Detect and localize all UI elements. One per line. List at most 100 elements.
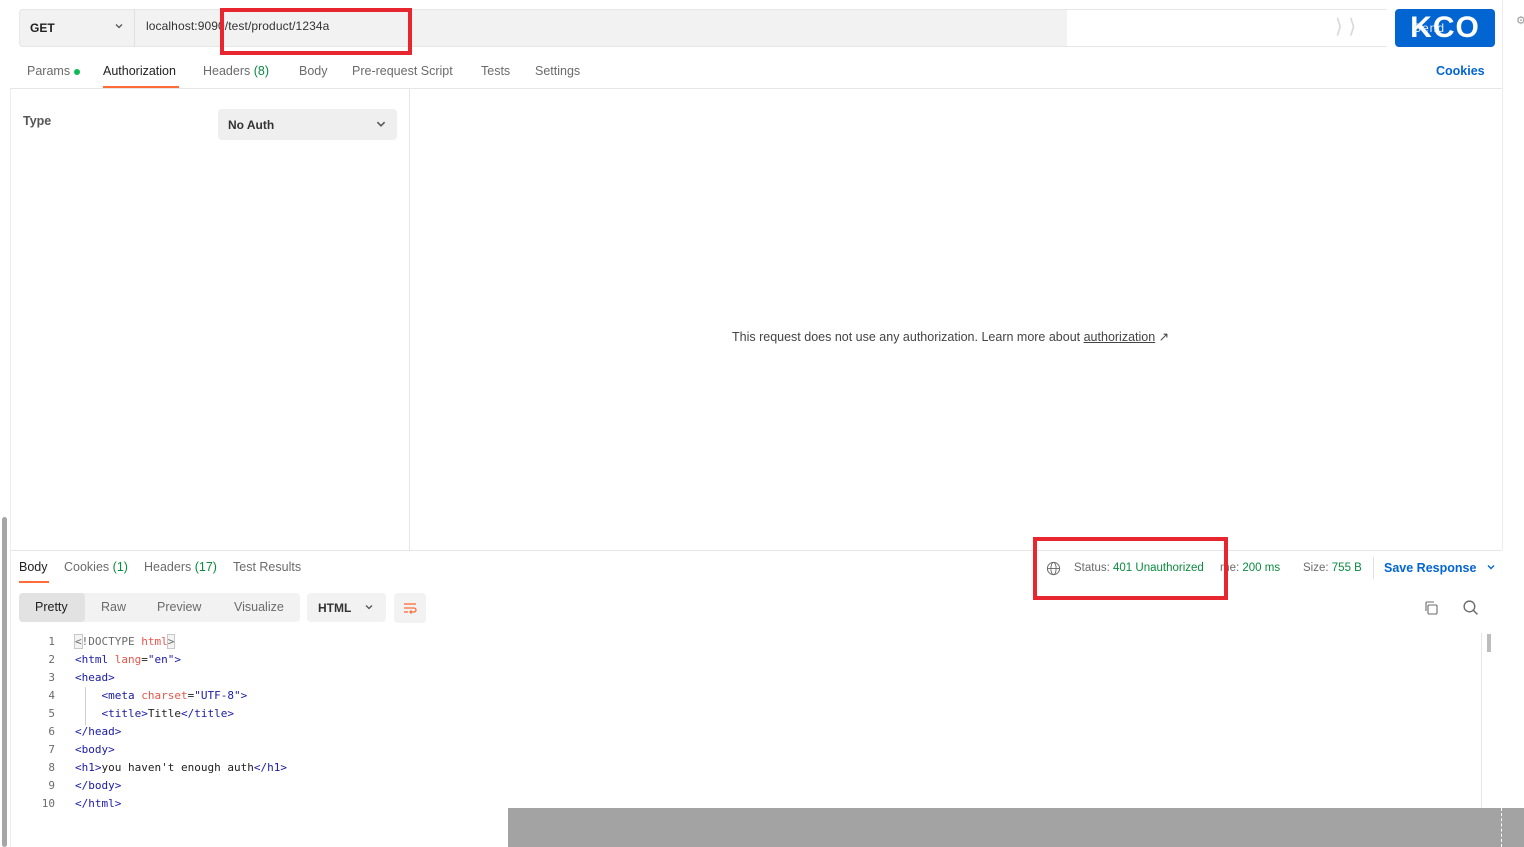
code-line-content: <!DOCTYPE html> xyxy=(74,634,176,649)
line-number: 1 xyxy=(48,635,55,648)
wrap-lines-icon xyxy=(404,603,417,614)
chevron-down-icon xyxy=(115,24,123,29)
size-value: 755 B xyxy=(1331,562,1362,574)
search-icon[interactable] xyxy=(1462,599,1479,616)
wrap-lines-button[interactable] xyxy=(394,593,426,623)
tab-headers[interactable]: Headers (8) xyxy=(203,64,269,78)
line-number: 2 xyxy=(48,653,55,666)
tab-params[interactable]: Params xyxy=(27,64,81,78)
size-indicator[interactable]: Size: 755 B xyxy=(1303,562,1362,574)
format-value: HTML xyxy=(318,600,352,615)
code-line-content: </head> xyxy=(75,725,122,738)
code-line-content: <title>Title</title> xyxy=(101,707,234,720)
code-scrollbar[interactable] xyxy=(1487,634,1491,652)
response-tab-test-results[interactable]: Test Results xyxy=(233,560,301,574)
code-line-content: <meta charset="UTF-8"> xyxy=(101,689,248,702)
view-visualize-button[interactable]: Visualize xyxy=(234,600,284,614)
tab-label: Body xyxy=(19,560,48,574)
tab-label: Body xyxy=(299,64,328,78)
line-number: 7 xyxy=(48,743,55,756)
auth-type-value: No Auth xyxy=(228,117,275,132)
chevron-down-icon xyxy=(376,121,386,127)
divider xyxy=(1373,557,1374,579)
code-line: 2 <html lang="en"> xyxy=(19,651,287,669)
chevron-down-icon xyxy=(365,605,373,610)
tab-settings[interactable]: Settings xyxy=(535,64,580,78)
annotation-box-url xyxy=(220,8,412,55)
code-line-content: <html lang="en"> xyxy=(75,653,181,666)
code-line-content: <h1>you haven't enough auth</h1> xyxy=(75,761,287,774)
tab-label: Test Results xyxy=(233,560,302,574)
save-response-label: Save Response xyxy=(1384,561,1477,575)
format-select[interactable]: HTML xyxy=(307,593,386,622)
method-select[interactable]: GET xyxy=(19,9,135,47)
tab-label: Tests xyxy=(481,64,511,78)
authorization-link[interactable]: authorization xyxy=(1084,330,1156,344)
tab-label: Headers xyxy=(144,560,192,574)
tab-label: Cookies xyxy=(64,560,110,574)
view-pretty-button[interactable]: Pretty xyxy=(35,600,68,614)
response-tab-body[interactable]: Body xyxy=(19,560,48,574)
response-tab-cookies[interactable]: Cookies (1) xyxy=(64,560,128,574)
code-line: 3 <head> xyxy=(19,669,287,687)
tab-count: (1) xyxy=(112,560,128,574)
tab-label: Settings xyxy=(535,64,581,78)
divider xyxy=(11,88,1502,89)
time-value: 200 ms xyxy=(1242,562,1281,574)
scroll-track xyxy=(1481,633,1482,813)
chevron-down-icon xyxy=(1487,565,1495,570)
view-preview-button[interactable]: Preview xyxy=(157,600,201,614)
tab-authorization[interactable]: Authorization xyxy=(103,64,176,78)
code-line: 9 </body> xyxy=(19,777,287,795)
active-dot-icon xyxy=(74,68,81,75)
code-line: 4 <meta charset="UTF-8"> xyxy=(19,687,287,705)
time-indicator[interactable]: me: 200 ms xyxy=(1220,562,1280,574)
method-label: GET xyxy=(30,21,55,35)
line-number: 5 xyxy=(48,707,55,720)
divider xyxy=(409,89,410,550)
tab-tests[interactable]: Tests xyxy=(481,64,510,78)
tab-pre-request-script[interactable]: Pre-request Script xyxy=(352,64,453,78)
cookies-link[interactable]: Cookies xyxy=(1436,64,1485,78)
line-number: 10 xyxy=(41,797,55,810)
divider xyxy=(11,550,1502,551)
code-line-content: </html> xyxy=(75,797,122,810)
code-line: 10 </html> xyxy=(19,795,287,813)
tab-body[interactable]: Body xyxy=(299,64,328,78)
save-response-button[interactable]: Save Response xyxy=(1384,561,1496,575)
auth-type-label: Type xyxy=(23,114,52,128)
code-line: 1 <!DOCTYPE html> xyxy=(19,633,287,651)
view-raw-button[interactable]: Raw xyxy=(101,600,126,614)
auth-type-select[interactable]: No Auth xyxy=(218,109,397,140)
response-code-viewer[interactable]: 1 <!DOCTYPE html> 2 <html lang="en"> 3 <hea… xyxy=(19,633,287,813)
tab-count: (17) xyxy=(194,560,217,574)
tab-label: Headers xyxy=(203,64,251,78)
code-line: 8 <h1>you haven't enough auth</h1> xyxy=(19,759,287,777)
send-label: Send xyxy=(1413,21,1446,35)
send-button[interactable]: Send KCO xyxy=(1395,9,1495,47)
url-bar-extension: ⟩ ⟩ xyxy=(1067,10,1389,46)
code-line: 7 <body> xyxy=(19,741,287,759)
code-line: 5 <title>Title</title> xyxy=(19,705,287,723)
no-auth-message: This request does not use any authorizat… xyxy=(732,329,1169,344)
line-number: 6 xyxy=(48,725,55,738)
tab-count: (8) xyxy=(253,64,270,78)
code-line: 6 </head> xyxy=(19,723,287,741)
tab-label: Pre-request Script xyxy=(352,64,453,78)
line-number: 3 xyxy=(48,671,55,684)
annotation-box-status xyxy=(1033,537,1228,600)
indent-guide xyxy=(85,687,86,725)
copy-icon[interactable] xyxy=(1423,600,1439,616)
response-tab-headers[interactable]: Headers (17) xyxy=(144,560,217,574)
line-number: 4 xyxy=(48,689,55,702)
tab-label: Authorization xyxy=(103,64,176,78)
gray-overlay xyxy=(508,808,1524,847)
line-number: 9 xyxy=(48,779,55,792)
loading-icon: ⟩ ⟩ xyxy=(1335,16,1357,38)
tab-label: Params xyxy=(27,64,71,78)
page-scrollbar[interactable] xyxy=(2,517,7,847)
gear-icon[interactable]: ⚙ xyxy=(1516,14,1524,27)
active-tab-indicator xyxy=(19,581,49,583)
code-line-content: <body> xyxy=(75,743,115,756)
divider xyxy=(1502,0,1503,550)
